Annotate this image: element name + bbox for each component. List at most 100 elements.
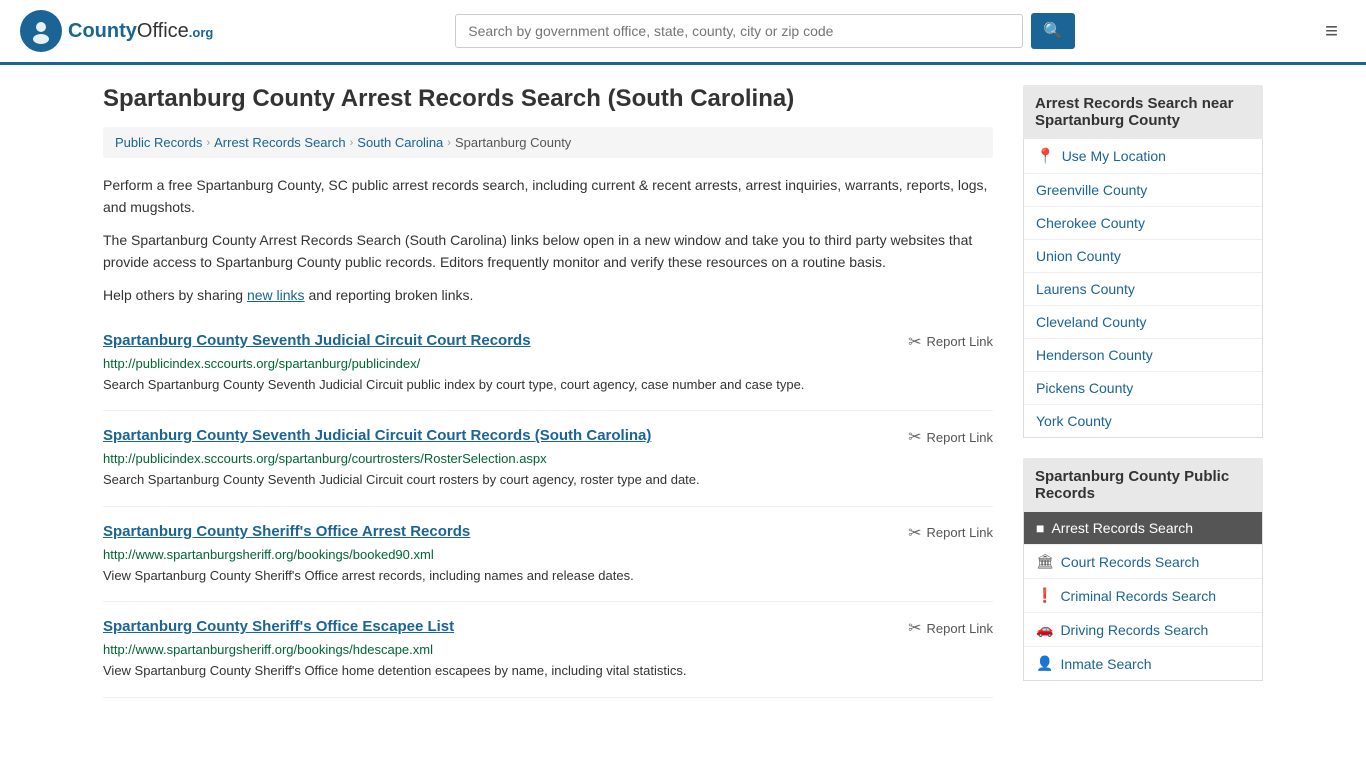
result-header-0: Spartanburg County Seventh Judicial Circ…	[103, 332, 993, 352]
public-record-icon-2: ❗	[1036, 587, 1053, 604]
result-title-2[interactable]: Spartanburg County Sheriff's Office Arre…	[103, 523, 470, 540]
result-header-3: Spartanburg County Sheriff's Office Esca…	[103, 618, 993, 638]
report-icon-0: ✂	[908, 332, 921, 352]
result-url-0[interactable]: http://publicindex.sccourts.org/spartanb…	[103, 356, 993, 371]
main-container: Spartanburg County Arrest Records Search…	[83, 65, 1283, 721]
breadcrumb-arrest-records[interactable]: Arrest Records Search	[214, 135, 346, 150]
result-title-3[interactable]: Spartanburg County Sheriff's Office Esca…	[103, 618, 454, 635]
breadcrumb-public-records[interactable]: Public Records	[115, 135, 202, 150]
public-record-link-2[interactable]: Criminal Records Search	[1060, 588, 1216, 604]
nearby-county-link-3[interactable]: Laurens County	[1036, 281, 1135, 297]
public-record-link-0[interactable]: Arrest Records Search	[1051, 520, 1193, 536]
result-item-3: Spartanburg County Sheriff's Office Esca…	[103, 602, 993, 698]
nearby-county-link-4[interactable]: Cleveland County	[1036, 314, 1147, 330]
content-area: Spartanburg County Arrest Records Search…	[103, 85, 993, 701]
nearby-county-link-2[interactable]: Union County	[1036, 248, 1121, 264]
public-record-icon-1: 🏛	[1036, 553, 1054, 570]
nearby-county-4[interactable]: Cleveland County	[1024, 306, 1262, 339]
public-record-icon-0: ■	[1036, 520, 1044, 536]
new-links-link[interactable]: new links	[247, 287, 305, 303]
nearby-county-7[interactable]: York County	[1024, 405, 1262, 437]
sidebar: Arrest Records Search near Spartanburg C…	[1023, 85, 1263, 701]
breadcrumb-sep-3: ›	[447, 137, 451, 149]
logo-text: CountyOffice.org	[68, 20, 213, 43]
hamburger-icon: ≡	[1325, 18, 1338, 43]
result-url-2[interactable]: http://www.spartanburgsheriff.org/bookin…	[103, 547, 993, 562]
public-record-item-0[interactable]: ■ Arrest Records Search	[1024, 512, 1262, 545]
report-link-2[interactable]: ✂ Report Link	[908, 523, 993, 543]
search-icon: 🔍	[1043, 23, 1063, 40]
result-desc-3: View Spartanburg County Sheriff's Office…	[103, 661, 993, 681]
result-item-2: Spartanburg County Sheriff's Office Arre…	[103, 507, 993, 603]
report-link-0[interactable]: ✂ Report Link	[908, 332, 993, 352]
results-list: Spartanburg County Seventh Judicial Circ…	[103, 316, 993, 698]
breadcrumb: Public Records › Arrest Records Search ›…	[103, 127, 993, 158]
public-record-item-1[interactable]: 🏛 Court Records Search	[1024, 545, 1262, 579]
public-record-link-4[interactable]: Inmate Search	[1060, 656, 1151, 672]
result-desc-0: Search Spartanburg County Seventh Judici…	[103, 375, 993, 395]
report-icon-3: ✂	[908, 618, 921, 638]
nearby-title: Arrest Records Search near Spartanburg C…	[1023, 85, 1263, 139]
result-title-0[interactable]: Spartanburg County Seventh Judicial Circ…	[103, 332, 531, 349]
nearby-section: Arrest Records Search near Spartanburg C…	[1023, 85, 1263, 438]
public-record-icon-3: 🚗	[1036, 621, 1053, 638]
breadcrumb-sep-2: ›	[350, 137, 354, 149]
nearby-county-link-0[interactable]: Greenville County	[1036, 182, 1147, 198]
logo-area[interactable]: CountyOffice.org	[20, 10, 213, 52]
nearby-list: 📍 Use My Location Greenville County Chero…	[1023, 139, 1263, 438]
nearby-county-link-5[interactable]: Henderson County	[1036, 347, 1153, 363]
public-record-item-4[interactable]: 👤 Inmate Search	[1024, 647, 1262, 680]
nearby-county-3[interactable]: Laurens County	[1024, 273, 1262, 306]
result-desc-2: View Spartanburg County Sheriff's Office…	[103, 566, 993, 586]
breadcrumb-south-carolina[interactable]: South Carolina	[357, 135, 443, 150]
search-button[interactable]: 🔍	[1031, 13, 1075, 49]
nearby-county-2[interactable]: Union County	[1024, 240, 1262, 273]
report-label-3: Report Link	[927, 621, 993, 636]
page-title: Spartanburg County Arrest Records Search…	[103, 85, 993, 113]
report-label-1: Report Link	[927, 430, 993, 445]
use-my-location-link[interactable]: Use My Location	[1062, 148, 1166, 164]
public-record-icon-4: 👤	[1036, 655, 1053, 672]
use-my-location-item[interactable]: 📍 Use My Location	[1024, 139, 1262, 174]
public-records-list: ■ Arrest Records Search 🏛 Court Records …	[1023, 512, 1263, 681]
breadcrumb-sep-1: ›	[206, 137, 210, 149]
header-right: ≡	[1317, 14, 1346, 48]
report-icon-1: ✂	[908, 427, 921, 447]
result-url-1[interactable]: http://publicindex.sccourts.org/spartanb…	[103, 451, 993, 466]
report-link-1[interactable]: ✂ Report Link	[908, 427, 993, 447]
result-url-3[interactable]: http://www.spartanburgsheriff.org/bookin…	[103, 642, 993, 657]
result-item-1: Spartanburg County Seventh Judicial Circ…	[103, 411, 993, 507]
report-label-2: Report Link	[927, 525, 993, 540]
report-label-0: Report Link	[927, 334, 993, 349]
description-para1: Perform a free Spartanburg County, SC pu…	[103, 174, 993, 219]
result-header-2: Spartanburg County Sheriff's Office Arre…	[103, 523, 993, 543]
nearby-county-0[interactable]: Greenville County	[1024, 174, 1262, 207]
location-icon: 📍	[1036, 147, 1055, 165]
nearby-county-link-7[interactable]: York County	[1036, 413, 1112, 429]
public-record-item-3[interactable]: 🚗 Driving Records Search	[1024, 613, 1262, 647]
nearby-county-1[interactable]: Cherokee County	[1024, 207, 1262, 240]
result-desc-1: Search Spartanburg County Seventh Judici…	[103, 470, 993, 490]
search-area: 🔍	[455, 13, 1075, 49]
nearby-county-6[interactable]: Pickens County	[1024, 372, 1262, 405]
breadcrumb-current: Spartanburg County	[455, 135, 571, 150]
site-header: CountyOffice.org 🔍 ≡	[0, 0, 1366, 65]
result-item-0: Spartanburg County Seventh Judicial Circ…	[103, 316, 993, 412]
report-link-3[interactable]: ✂ Report Link	[908, 618, 993, 638]
menu-button[interactable]: ≡	[1317, 14, 1346, 48]
search-input[interactable]	[455, 14, 1023, 48]
result-title-1[interactable]: Spartanburg County Seventh Judicial Circ…	[103, 427, 651, 444]
logo-icon	[20, 10, 62, 52]
public-record-link-3[interactable]: Driving Records Search	[1060, 622, 1208, 638]
description-para2: The Spartanburg County Arrest Records Se…	[103, 229, 993, 274]
public-record-item-2[interactable]: ❗ Criminal Records Search	[1024, 579, 1262, 613]
public-record-link-1[interactable]: Court Records Search	[1061, 554, 1200, 570]
nearby-county-link-6[interactable]: Pickens County	[1036, 380, 1133, 396]
report-icon-2: ✂	[908, 523, 921, 543]
public-records-title: Spartanburg County Public Records	[1023, 458, 1263, 512]
nearby-county-link-1[interactable]: Cherokee County	[1036, 215, 1145, 231]
description-para3: Help others by sharing new links and rep…	[103, 284, 993, 306]
nearby-county-5[interactable]: Henderson County	[1024, 339, 1262, 372]
public-records-section: Spartanburg County Public Records ■ Arre…	[1023, 458, 1263, 681]
result-header-1: Spartanburg County Seventh Judicial Circ…	[103, 427, 993, 447]
